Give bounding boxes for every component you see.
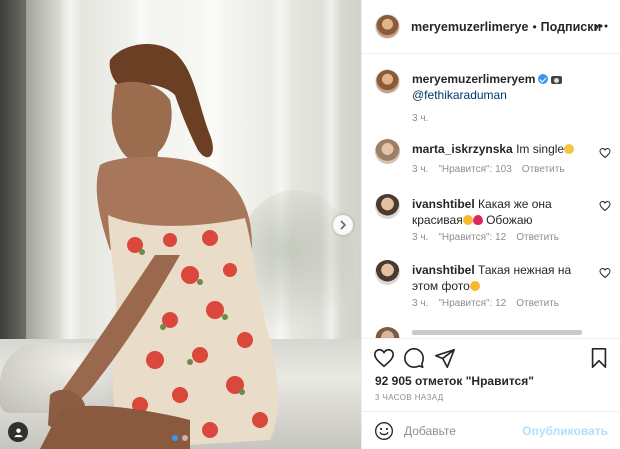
publish-button[interactable]: Опубликовать bbox=[522, 424, 608, 438]
post-header: meryemuzerlimerye • Подписки bbox=[362, 0, 620, 54]
share-icon[interactable] bbox=[434, 347, 456, 369]
comment-likes[interactable]: "Нравится": 12 bbox=[438, 232, 506, 243]
comment-body: ivanshtibel Такая нежная на этом фото bbox=[412, 262, 597, 294]
comment-avatar[interactable] bbox=[375, 327, 400, 338]
post-side-panel: meryemuzerlimerye • Подписки meryemuzerl… bbox=[361, 0, 620, 449]
reply-button[interactable]: Ответить bbox=[522, 164, 565, 175]
comment-meta: 3 ч. "Нравится": 12 Ответить bbox=[412, 232, 559, 243]
comment-item: ivanshtibel Какая же она красивая Обожаю… bbox=[375, 194, 611, 254]
heart-eyes-emoji-icon bbox=[462, 215, 473, 225]
heart-icon[interactable] bbox=[599, 200, 611, 212]
author-username[interactable]: meryemuzerlimerye bbox=[411, 20, 528, 34]
smile-icon[interactable] bbox=[374, 421, 394, 441]
comments-list[interactable]: meryemuzerlimeryem @fethikaraduman 3 ч. … bbox=[362, 55, 620, 338]
comment-text-cutoff bbox=[412, 330, 582, 335]
three-dots-icon bbox=[594, 24, 608, 28]
caption-meta: 3 ч. bbox=[412, 113, 428, 124]
comment-likes[interactable]: "Нравится": 12 bbox=[438, 298, 506, 309]
heart-icon[interactable] bbox=[599, 147, 611, 159]
verified-badge-icon bbox=[538, 74, 549, 84]
like-button heart-icon[interactable] bbox=[373, 347, 395, 369]
user-tag-button[interactable] bbox=[8, 422, 28, 442]
more-options-button[interactable] bbox=[591, 16, 611, 36]
header-separator: • bbox=[532, 19, 537, 34]
comment-time[interactable]: 3 ч. bbox=[412, 298, 428, 309]
chevron-right-icon bbox=[340, 220, 347, 230]
next-slide-button[interactable] bbox=[333, 215, 353, 235]
comment-icon[interactable] bbox=[403, 347, 425, 369]
post-timestamp[interactable]: 3 ЧАСОВ НАЗАД bbox=[375, 393, 444, 402]
comment-time[interactable]: 3 ч. bbox=[412, 164, 428, 175]
carousel-dot-active bbox=[172, 435, 178, 441]
add-comment-bar: Опубликовать bbox=[362, 411, 620, 449]
red-heart-emoji-icon bbox=[472, 215, 483, 225]
comment-body: ivanshtibel Какая же она красивая Обожаю bbox=[412, 196, 597, 228]
cat-emoji-icon bbox=[564, 144, 575, 154]
comment-item: ivanshtibel Такая нежная на этом фото 3 … bbox=[375, 260, 611, 320]
post-actions: 92 905 отметок "Нравится" 3 ЧАСОВ НАЗАД bbox=[362, 338, 620, 420]
comment-item: marta_iskrzynska Im single 3 ч. "Нравитс… bbox=[375, 139, 611, 183]
comment-avatar[interactable] bbox=[375, 260, 400, 285]
comment-username[interactable]: ivanshtibel bbox=[412, 263, 475, 277]
carousel-indicator bbox=[172, 435, 188, 441]
comment-username[interactable]: ivanshtibel bbox=[412, 197, 475, 211]
heart-eyes-emoji-icon bbox=[469, 281, 480, 291]
caption-mention[interactable]: @fethikaraduman bbox=[412, 88, 507, 102]
post-photo[interactable] bbox=[0, 0, 361, 449]
comment-meta: 3 ч. "Нравится": 12 Ответить bbox=[412, 298, 559, 309]
caption-avatar[interactable] bbox=[375, 69, 400, 94]
bookmark-icon[interactable] bbox=[588, 347, 610, 369]
caption-time[interactable]: 3 ч. bbox=[412, 113, 428, 124]
comment-text: Im single bbox=[516, 142, 565, 156]
comment-username[interactable]: marta_iskrzynska bbox=[412, 142, 513, 156]
photo-woman-figure bbox=[40, 43, 278, 449]
author-avatar[interactable] bbox=[375, 14, 400, 39]
caption-body: meryemuzerlimeryem @fethikaraduman bbox=[412, 71, 597, 103]
camera-emoji-icon bbox=[551, 76, 563, 84]
reply-button[interactable]: Ответить bbox=[516, 232, 559, 243]
user-tag-icon bbox=[13, 427, 23, 437]
comment-time[interactable]: 3 ч. bbox=[412, 232, 428, 243]
comment-avatar[interactable] bbox=[375, 194, 400, 219]
comment-likes[interactable]: "Нравится": 103 bbox=[438, 164, 511, 175]
caption-username[interactable]: meryemuzerlimeryem bbox=[412, 72, 535, 86]
comment-meta: 3 ч. "Нравится": 103 Ответить bbox=[412, 164, 565, 175]
comment-body: marta_iskrzynska Im single bbox=[412, 141, 597, 157]
likes-count[interactable]: 92 905 отметок "Нравится" bbox=[375, 374, 534, 388]
comment-text-after: Обожаю bbox=[486, 213, 533, 227]
caption: meryemuzerlimeryem @fethikaraduman 3 ч. bbox=[375, 69, 611, 125]
reply-button[interactable]: Ответить bbox=[516, 298, 559, 309]
heart-icon[interactable] bbox=[599, 267, 611, 279]
carousel-dot bbox=[182, 435, 188, 441]
comment-avatar[interactable] bbox=[375, 139, 400, 164]
comment-item-partial bbox=[375, 327, 611, 338]
